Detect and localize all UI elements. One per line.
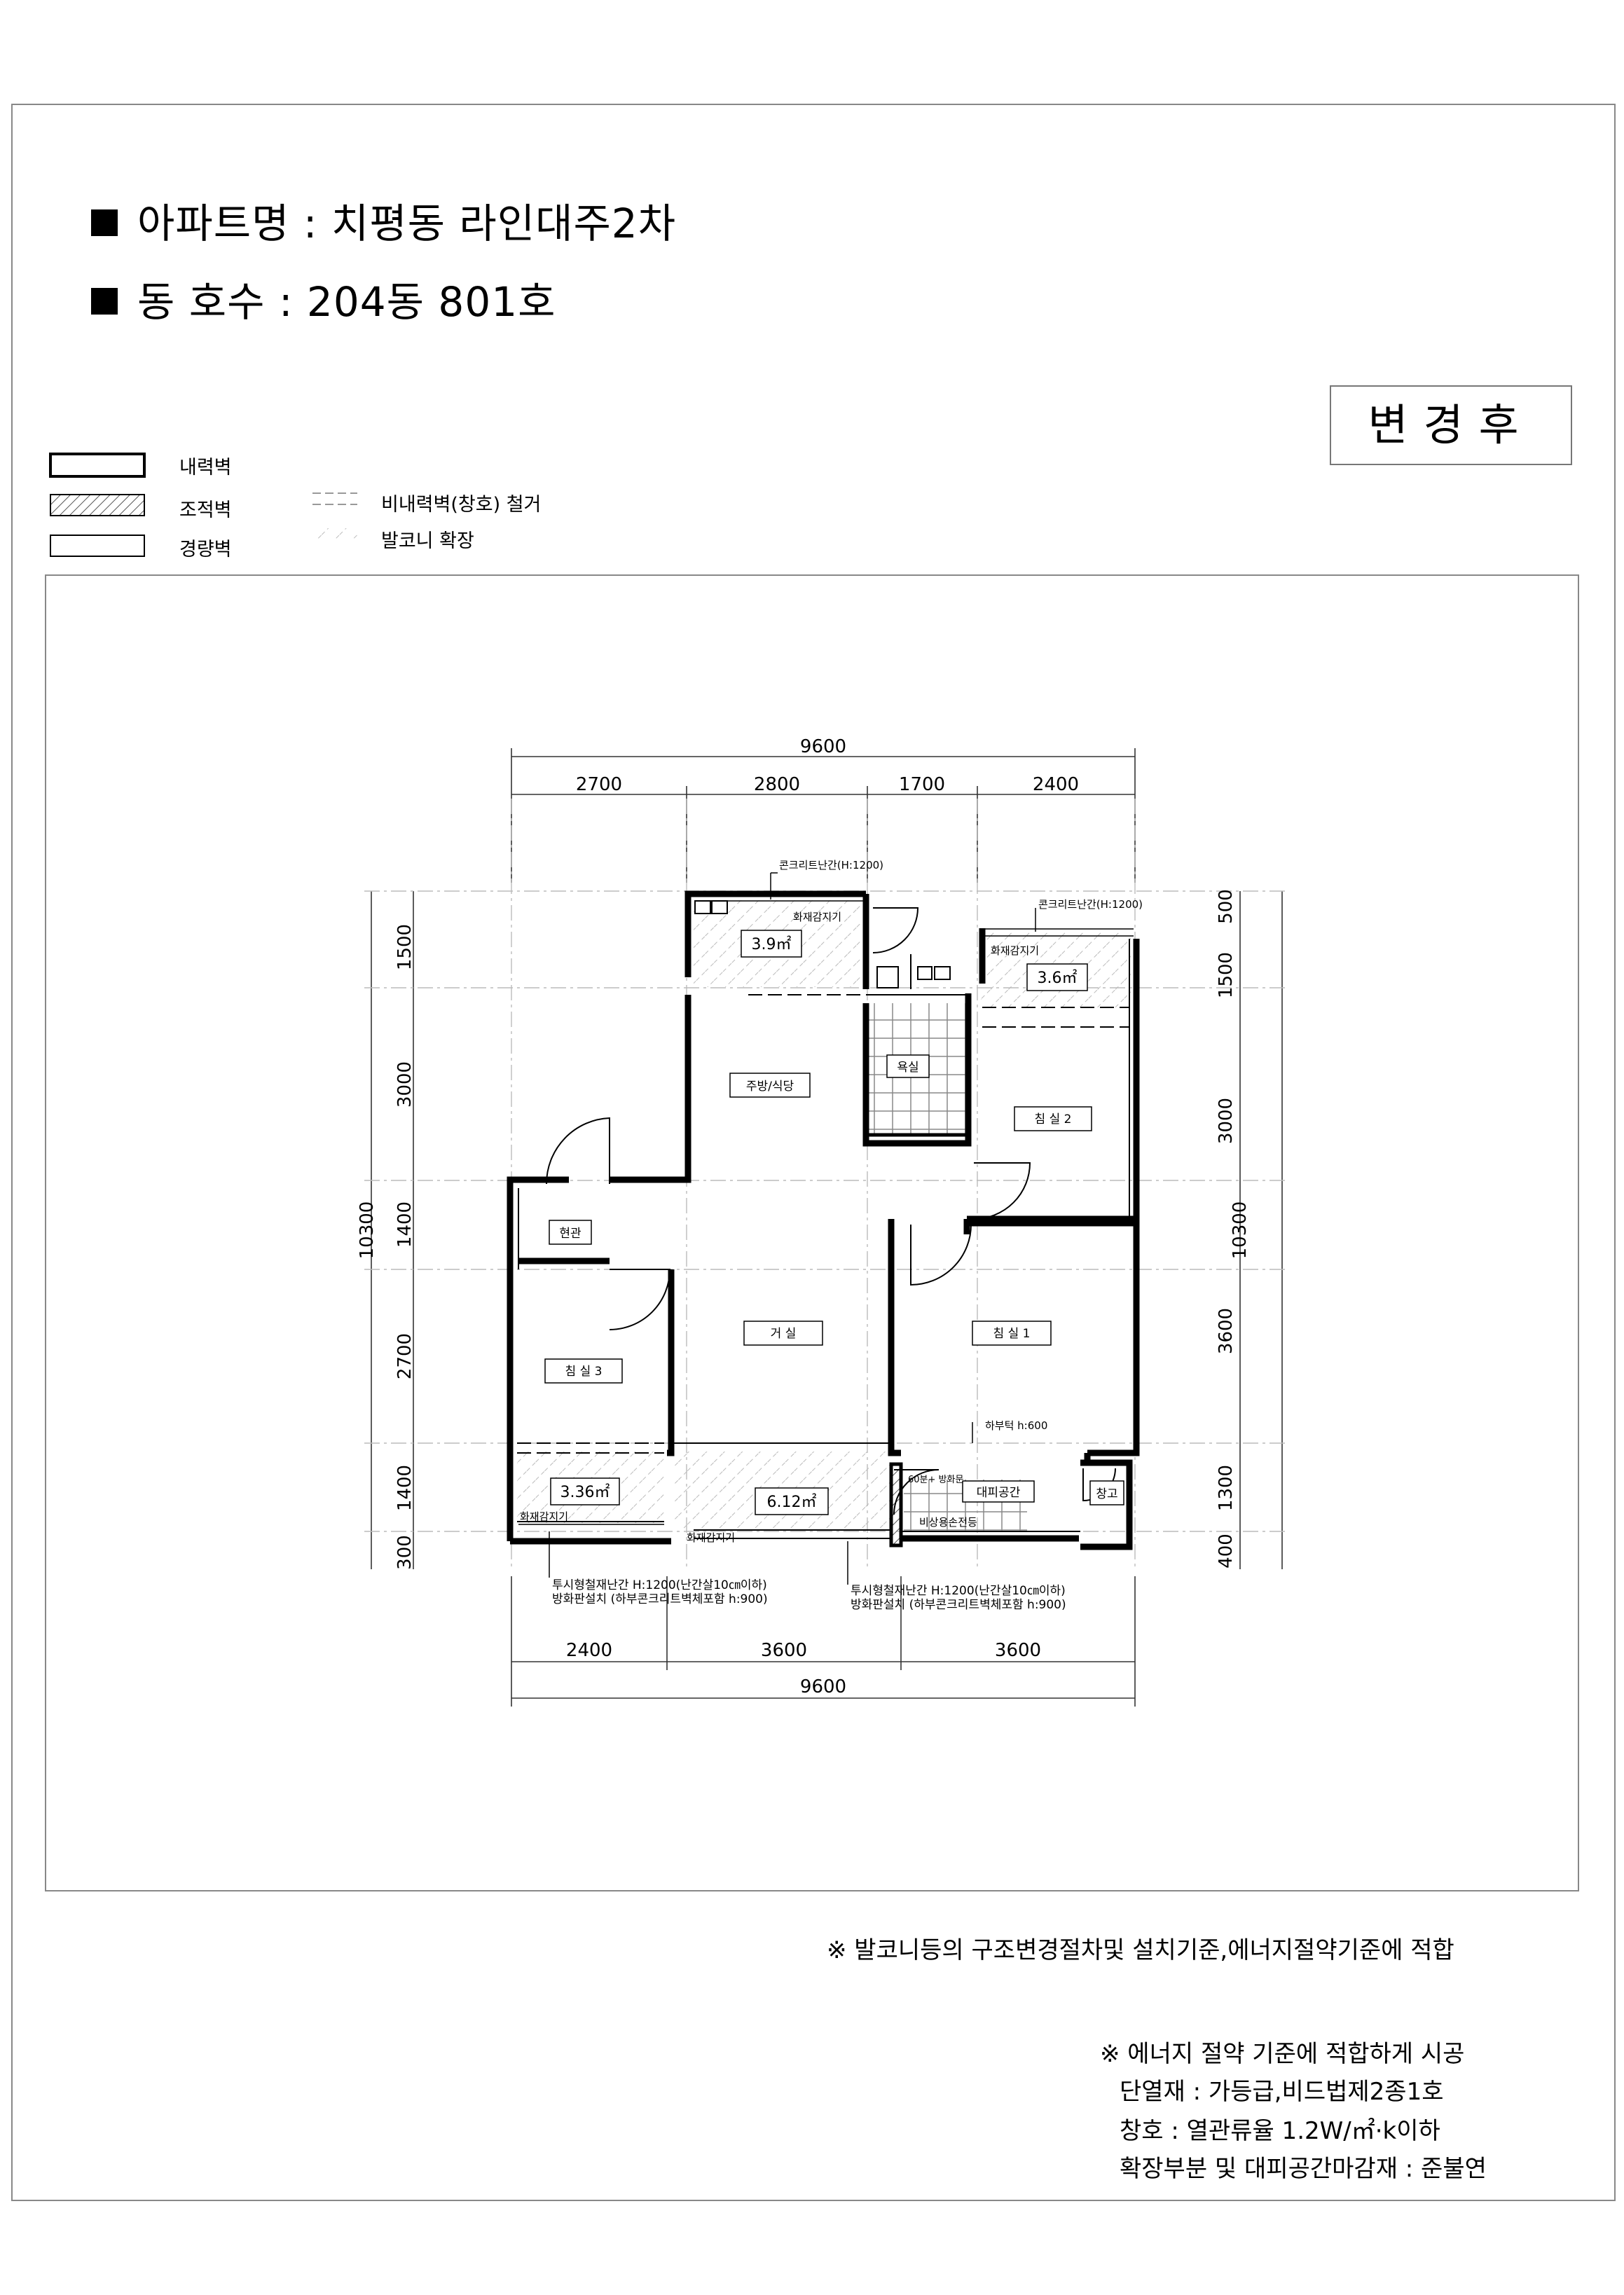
room-refuge: 대피공간: [977, 1486, 1021, 1500]
area-balcony-bottom-mid: 6.12㎡: [767, 1493, 817, 1511]
railing-note-right: 투시형철재난간 H:1200(난간살10㎝이하): [851, 1584, 1066, 1598]
room-kitchen: 주방/식당: [746, 1080, 794, 1094]
balcony-extension-areas: [517, 900, 1131, 1529]
dim-right-total: 10300: [1230, 1201, 1251, 1260]
energy-note-window: 창호 : 열관류율 1.2W/㎡·k이하: [1120, 2117, 1440, 2145]
detector-label-top-left: 화재감지기: [793, 911, 841, 923]
fireboard-note-left: 방화판설치 (하부콘크리트벽체포함 h:900): [552, 1592, 768, 1606]
dim-bottom-total: 9600: [800, 1676, 846, 1697]
area-balcony-top-right: 3.6㎡: [1038, 969, 1078, 987]
dim-left-6: 300: [394, 1535, 415, 1570]
room-living: 거 실: [771, 1327, 797, 1341]
energy-note-title: ※ 에너지 절약 기준에 적합하게 시공: [1100, 2040, 1465, 2068]
dim-right-3: 3000: [1216, 1098, 1237, 1144]
legend-swatch-removed-wall: [312, 492, 357, 505]
compliance-note: ※ 발코니등의 구조변경절차및 설치기준,에너지절약기준에 적합: [827, 1936, 1454, 1964]
legend-swatch-masonry-wall: [50, 494, 145, 516]
dim-right-5: 1300: [1216, 1465, 1237, 1511]
lower-door-label: 하부턱 h:600: [985, 1419, 1047, 1432]
room-bath: 욕실: [897, 1061, 918, 1075]
room-entrance: 현관: [559, 1227, 581, 1241]
dim-bottom-3: 3600: [995, 1640, 1041, 1661]
railing-note-left: 투시형철재난간 H:1200(난간살10㎝이하): [552, 1578, 767, 1592]
dim-right-2: 1500: [1216, 952, 1237, 998]
detector-label-bottom-left: 화재감지기: [520, 1510, 568, 1523]
emergency-light-label: 비상용손전등: [919, 1516, 977, 1529]
dim-left-4: 2700: [394, 1333, 415, 1379]
dim-left-3: 1400: [394, 1201, 415, 1248]
fire-door-label: 60분+ 방화문: [908, 1475, 963, 1485]
dim-left-1: 1500: [394, 924, 415, 970]
dim-top-1: 2700: [576, 774, 622, 795]
room-bedroom3: 침 실 3: [565, 1365, 603, 1379]
dim-top-2: 2800: [754, 774, 800, 795]
legend-swatch-bearing-wall: [49, 453, 146, 478]
area-balcony-bottom-left: 3.36㎡: [560, 1483, 610, 1501]
detector-label-top-right: 화재감지기: [991, 944, 1039, 957]
dim-right-6: 400: [1216, 1534, 1237, 1569]
dim-right-1: 500: [1216, 889, 1237, 924]
dim-top-4: 2400: [1033, 774, 1079, 795]
light-walls: [517, 939, 1130, 1539]
dim-left-total: 10300: [357, 1201, 378, 1260]
legend-swatch-balcony-extension: [312, 528, 357, 539]
fireboard-note-right: 방화판설치 (하부콘크리트벽체포함 h:900): [851, 1598, 1066, 1612]
energy-note-insulation: 단열재 : 가등급,비드법제2종1호: [1120, 2078, 1444, 2106]
legend-swatch-light-wall: [50, 535, 145, 557]
room-storage: 창고: [1096, 1487, 1117, 1501]
dim-top-total: 9600: [800, 736, 846, 757]
dim-right-4: 3600: [1216, 1308, 1237, 1354]
room-bedroom1: 침 실 1: [993, 1327, 1031, 1341]
dim-top-3: 1700: [899, 774, 945, 795]
energy-note-finish: 확장부분 및 대피공간마감재 : 준불연: [1120, 2155, 1487, 2183]
area-balcony-top-left: 3.9㎡: [752, 935, 792, 953]
dim-bottom-2: 3600: [761, 1640, 807, 1661]
dim-bottom-1: 2400: [566, 1640, 612, 1661]
railing-top-label: 콘크리트난간(H:1200): [779, 859, 883, 871]
dim-left-2: 3000: [394, 1061, 415, 1108]
room-bedroom2: 침 실 2: [1035, 1112, 1072, 1126]
railing-right-label: 콘크리트난간(H:1200): [1038, 898, 1143, 911]
dim-left-5: 1400: [394, 1465, 415, 1511]
detector-label-bottom-mid: 화재감지기: [687, 1531, 735, 1544]
